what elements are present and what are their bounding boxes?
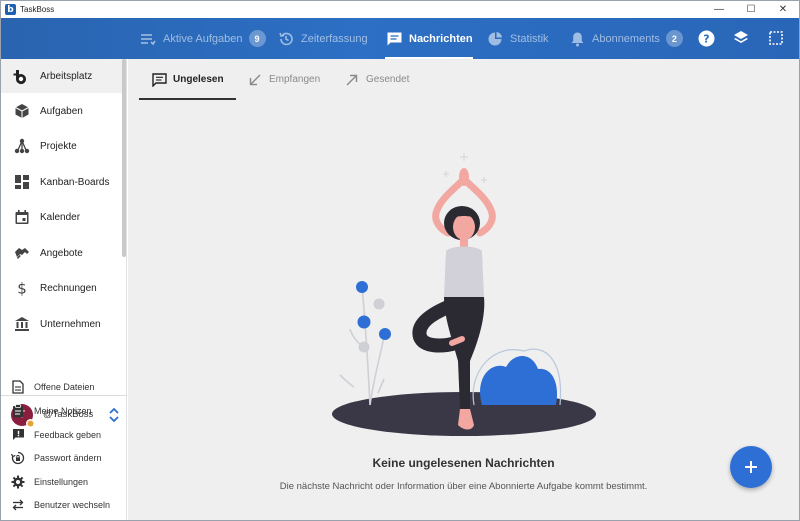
sidebar-item-label: Offene Dateien (34, 381, 95, 392)
tab-aktive-aufgaben[interactable]: Aktive Aufgaben 9 (139, 18, 266, 59)
list-icon (139, 30, 157, 48)
tab-label: Abonnements (592, 32, 660, 45)
hierarchy-icon (13, 137, 31, 155)
feedback-icon (11, 428, 25, 442)
sidebar-item-label: Benutzer wechseln (34, 499, 111, 510)
layers-icon[interactable] (732, 29, 750, 47)
subtab-label: Gesendet (366, 74, 410, 85)
bell-icon (568, 30, 586, 48)
sidebar-item-label: Passwort ändern (34, 452, 102, 463)
taskboss-logo-icon (13, 67, 31, 85)
yoga-woman-illustration (332, 153, 596, 436)
sidebar-item-angebote[interactable]: Angebote (1, 236, 123, 270)
dashboard-icon (13, 173, 31, 191)
switch-user-icon (11, 498, 25, 512)
calendar-icon (13, 208, 31, 226)
sidebar-item-label: Feedback geben (34, 429, 102, 440)
sidebar-item-label: Kanban-Boards (40, 176, 110, 188)
fullscreen-icon[interactable] (767, 29, 785, 47)
top-navigation: Aktive Aufgaben 9 Zeiterfassung Nachrich… (1, 18, 799, 59)
svg-text:$: $ (17, 280, 27, 296)
app-logo-icon: b (5, 4, 16, 15)
sidebar-item-unternehmen[interactable]: Unternehmen (1, 307, 123, 341)
sidebar-item-label: Meine Notizen (34, 405, 92, 416)
sidebar-item-aufgaben[interactable]: Aufgaben (1, 94, 123, 128)
window-controls: — ☐ ✕ (703, 1, 799, 18)
sidebar-item-offene-dateien[interactable]: Offene Dateien (1, 375, 127, 398)
sidebar-item-benutzer-wechseln[interactable]: Benutzer wechseln (1, 493, 127, 516)
pie-chart-icon (486, 30, 504, 48)
tab-label: Aktive Aufgaben (163, 32, 243, 45)
minimize-button[interactable]: — (703, 1, 735, 18)
subtab-ungelesen[interactable]: Ungelesen (139, 59, 236, 100)
sidebar-item-label: Angebote (40, 247, 83, 259)
cube-icon (13, 102, 31, 120)
message-outline-icon (151, 72, 167, 88)
maximize-button[interactable]: ☐ (735, 1, 767, 18)
settings-icon (11, 475, 25, 489)
sidebar-item-label: Einstellungen (34, 476, 89, 487)
app-window: b TaskBoss — ☐ ✕ Aktive Aufgaben 9 Zeite… (0, 0, 800, 521)
window-title: TaskBoss (20, 5, 55, 14)
history-icon (277, 30, 295, 48)
sidebar-item-projekte[interactable]: Projekte (1, 129, 123, 163)
main-content: Ungelesen Empfangen Gesendet Keine ungel… (128, 59, 799, 520)
subtab-gesendet[interactable]: Gesendet (344, 59, 409, 100)
sidebar-item-label: Kalender (40, 211, 81, 223)
sidebar-item-einstellungen[interactable]: Einstellungen (1, 470, 127, 493)
subtab-label: Empfangen (269, 74, 321, 85)
empty-state-subtitle: Die nächste Nachricht oder Information ü… (279, 481, 648, 492)
file-icon (11, 379, 25, 394)
sidebar-item-label: Projekte (40, 140, 77, 152)
tab-statistik[interactable]: Statistik (486, 18, 549, 59)
bank-icon (13, 315, 31, 333)
svg-text:?: ? (703, 32, 709, 45)
sidebar-item-label: Aufgaben (40, 105, 83, 117)
tab-label: Statistik (510, 32, 549, 45)
title-bar: b TaskBoss — ☐ ✕ (1, 1, 799, 18)
empty-state-title: Keine ungelesenen Nachrichten (372, 456, 555, 470)
sidebar-item-kalender[interactable]: Kalender (1, 200, 123, 234)
subtab-label: Ungelesen (173, 74, 224, 85)
tab-abonnements[interactable]: Abonnements 2 (568, 18, 683, 59)
subscriptions-count-badge: 2 (665, 30, 683, 47)
subtab-empfangen[interactable]: Empfangen (247, 59, 320, 100)
sidebar-item-label: Arbeitsplatz (40, 70, 93, 82)
tab-nachrichten[interactable]: Nachrichten (385, 18, 473, 59)
sidebar-item-rechnungen[interactable]: $ Rechnungen (1, 271, 123, 305)
clipboard-icon (11, 403, 25, 418)
tab-label: Nachrichten (409, 32, 473, 45)
arrow-up-right-icon (344, 72, 360, 88)
sidebar-item-label: Rechnungen (40, 282, 97, 294)
sidebar: Arbeitsplatz Aufgaben Projekte Kanban-Bo… (1, 59, 127, 520)
message-icon (385, 30, 403, 48)
dollar-icon: $ (13, 279, 31, 297)
sidebar-item-feedback-geben[interactable]: Feedback geben (1, 423, 127, 446)
tasks-count-badge: 9 (248, 30, 266, 47)
help-icon[interactable]: ? (697, 29, 715, 47)
sidebar-scrollbar[interactable] (122, 59, 126, 257)
tab-label: Zeiterfassung (301, 32, 368, 45)
arrow-down-left-icon (247, 72, 263, 88)
plus-icon (745, 461, 757, 473)
close-button[interactable]: ✕ (767, 1, 799, 18)
sidebar-item-kanban-boards[interactable]: Kanban-Boards (1, 165, 123, 199)
sidebar-item-passwort-aendern[interactable]: Passwort ändern (1, 446, 127, 469)
sidebar-item-meine-notizen[interactable]: Meine Notizen (1, 399, 127, 422)
add-button[interactable] (730, 446, 772, 488)
tab-zeiterfassung[interactable]: Zeiterfassung (277, 18, 368, 59)
handshake-icon (13, 244, 31, 262)
sidebar-item-label: Unternehmen (40, 318, 101, 330)
lock-reset-icon (11, 451, 25, 465)
sidebar-item-arbeitsplatz[interactable]: Arbeitsplatz (1, 59, 123, 93)
